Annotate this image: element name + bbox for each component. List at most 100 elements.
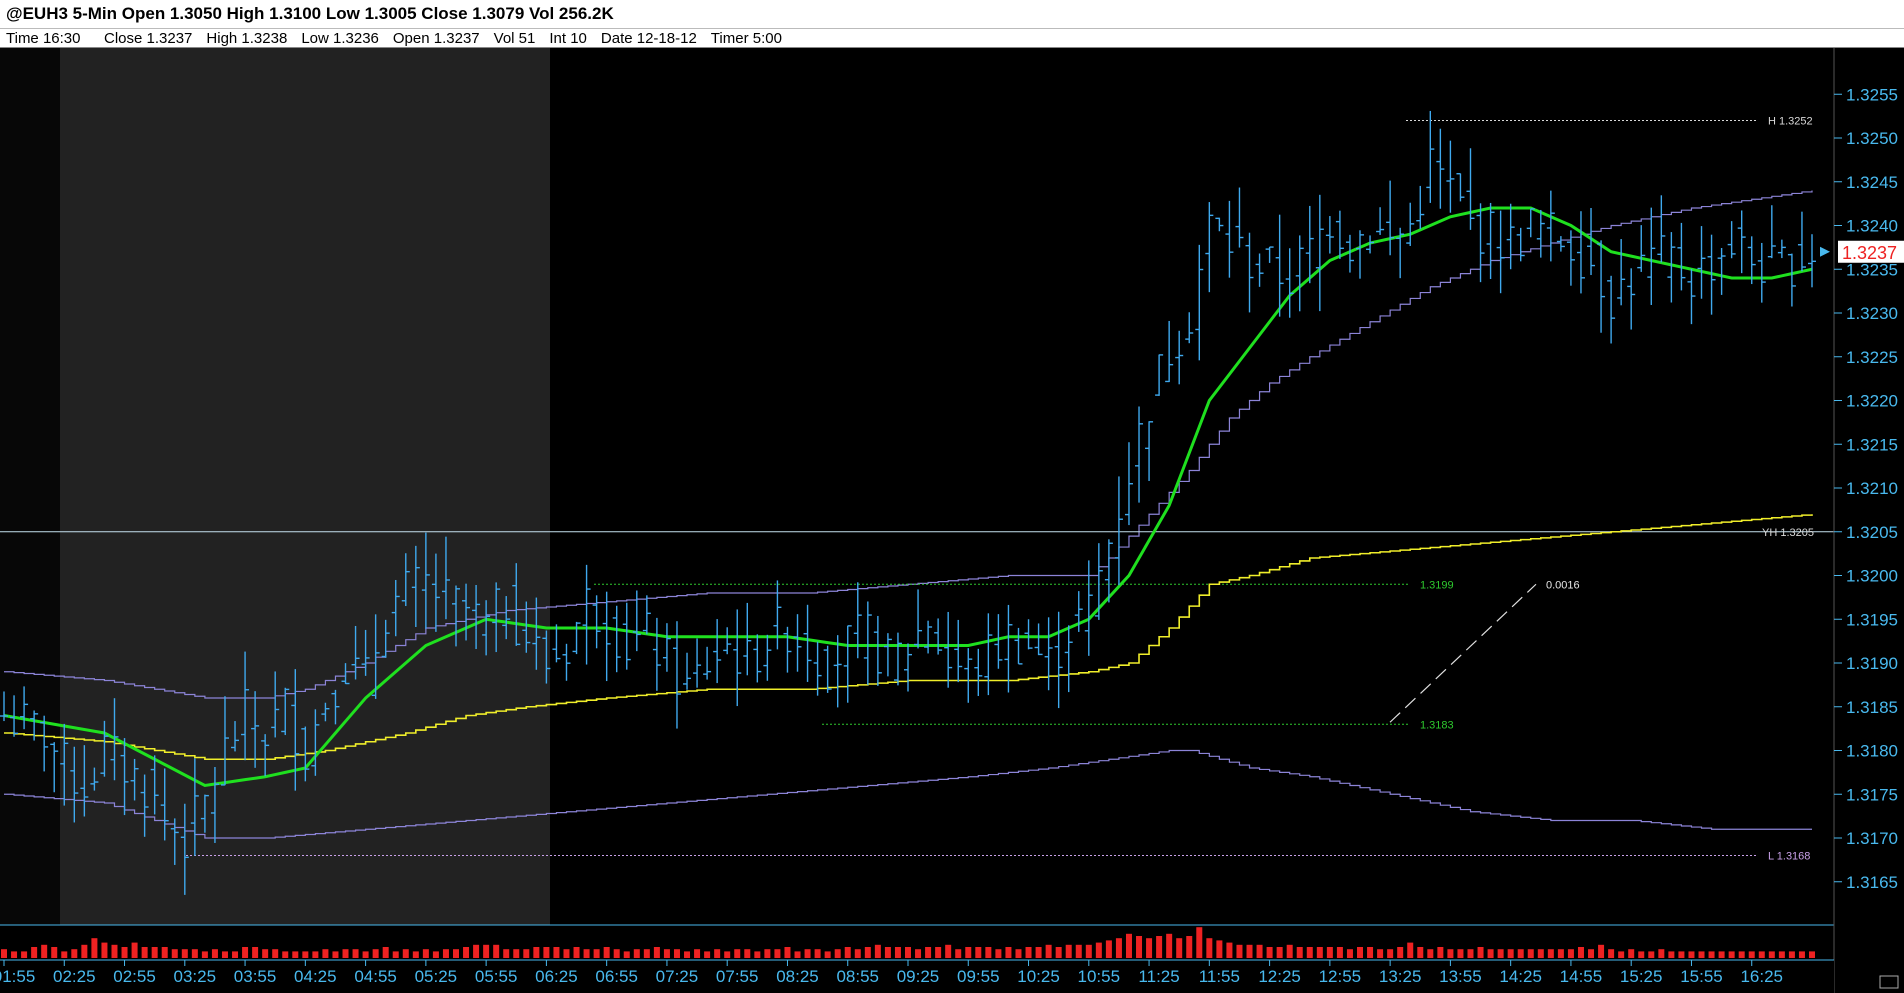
- volume-bar: [171, 949, 178, 958]
- volume-bar: [1758, 951, 1765, 958]
- volume-bar: [121, 947, 128, 958]
- volume-bar: [1507, 949, 1514, 958]
- volume-bar: [754, 951, 761, 958]
- volume-bar: [1206, 938, 1213, 958]
- status-time: Time 16:30: [6, 30, 81, 47]
- volume-bar: [553, 947, 560, 958]
- volume-bar: [633, 949, 640, 958]
- volume-bar: [81, 944, 88, 958]
- volume-bar: [392, 951, 399, 958]
- volume-bar: [91, 938, 98, 958]
- volume-bar: [1005, 947, 1012, 958]
- volume-bar: [412, 951, 419, 958]
- y-tick-label: 1.3170: [1846, 829, 1898, 848]
- volume-bar: [1487, 949, 1494, 958]
- x-tick-label: 13:25: [1379, 967, 1422, 986]
- volume-bar: [643, 949, 650, 958]
- volume-bar: [221, 951, 228, 958]
- volume-bar: [663, 949, 670, 958]
- volume-bar: [704, 951, 711, 958]
- volume-bar: [854, 949, 861, 958]
- volume-bar: [1085, 944, 1092, 958]
- y-tick-label: 1.3240: [1846, 217, 1898, 236]
- volume-bar: [1517, 949, 1524, 958]
- volume-bar: [583, 949, 590, 958]
- volume-bar: [473, 944, 480, 958]
- volume-bar: [573, 947, 580, 958]
- volume-bar: [824, 951, 831, 958]
- volume-bar: [1698, 951, 1705, 958]
- volume-bar: [422, 949, 429, 958]
- volume-bar: [1136, 936, 1143, 958]
- volume-bar: [302, 951, 309, 958]
- x-tick-label: 04:25: [294, 967, 337, 986]
- volume-bar: [1095, 942, 1102, 958]
- volume-bar: [764, 949, 771, 958]
- y-tick-label: 1.3245: [1846, 173, 1898, 192]
- volume-bar: [1708, 951, 1715, 958]
- volume-bar: [41, 944, 48, 958]
- y-tick-label: 1.3230: [1846, 304, 1898, 323]
- volume-bar: [543, 947, 550, 958]
- volume-bar: [1417, 947, 1424, 958]
- volume-bar: [1618, 951, 1625, 958]
- y-tick-label: 1.3225: [1846, 348, 1898, 367]
- volume-bar: [372, 949, 379, 958]
- volume-bar: [1156, 936, 1163, 958]
- volume-bar: [513, 949, 520, 958]
- volume-bar: [1668, 951, 1675, 958]
- last-price-label: 1.3237: [1842, 243, 1897, 263]
- x-tick-label: 13:55: [1439, 967, 1482, 986]
- volume-bar: [834, 949, 841, 958]
- volume-bar: [463, 947, 470, 958]
- x-tick-label: 15:25: [1620, 967, 1663, 986]
- volume-bar: [593, 949, 600, 958]
- volume-bar: [1256, 944, 1263, 958]
- volume-bar: [1628, 949, 1635, 958]
- volume-bar: [1778, 951, 1785, 958]
- x-tick-label: 05:55: [475, 967, 518, 986]
- volume-bar: [905, 947, 911, 958]
- volume-bar: [1146, 938, 1153, 958]
- y-tick-label: 1.3205: [1846, 523, 1898, 542]
- y-tick-label: 1.3175: [1846, 785, 1898, 804]
- volume-bar: [804, 949, 811, 958]
- y-tick-label: 1.3220: [1846, 392, 1898, 411]
- status-vol: Vol 51: [493, 30, 536, 47]
- volume-bar: [925, 947, 932, 958]
- volume-bar: [1015, 949, 1022, 958]
- volume-bar: [211, 949, 218, 958]
- volume-bar: [141, 947, 148, 958]
- level-top-label: 1.3199: [1420, 579, 1454, 591]
- volume-bar: [673, 949, 680, 958]
- volume-bar: [282, 951, 289, 958]
- volume-bar: [71, 949, 78, 958]
- volume-bar: [784, 947, 791, 958]
- x-tick-label: 09:55: [957, 967, 1000, 986]
- status-high: High 1.3238: [206, 30, 288, 47]
- x-tick-label: 16:25: [1740, 967, 1783, 986]
- volume-bar: [252, 947, 259, 958]
- volume-bar: [1748, 951, 1755, 958]
- volume-bar: [1286, 944, 1293, 958]
- volume-bar: [11, 951, 18, 958]
- volume-bar: [51, 947, 58, 958]
- x-tick-label: 10:55: [1078, 967, 1121, 986]
- session-high-label: H 1.3252: [1768, 116, 1813, 128]
- volume-bar: [894, 947, 901, 958]
- volume-bar: [744, 949, 751, 958]
- volume-bar: [1738, 951, 1745, 958]
- volume-bar: [995, 949, 1002, 958]
- volume-bar: [1588, 949, 1595, 958]
- chart-canvas[interactable]: H 1.3252 L 1.3168 YH 1.3205 1.3199 1.3183 0.0…: [0, 48, 1904, 993]
- volume-bar: [1166, 933, 1173, 958]
- volume-bar: [1035, 947, 1042, 958]
- volume-bar: [1025, 947, 1032, 958]
- chart-title-bar: @EUH3 5-Min Open 1.3050 High 1.3100 Low …: [0, 0, 1904, 29]
- volume-bar: [503, 949, 510, 958]
- volume-bar: [1115, 938, 1122, 958]
- volume-bar: [402, 949, 409, 958]
- volume-bar: [312, 951, 319, 958]
- x-tick-label: 12:25: [1258, 967, 1301, 986]
- volume-bar: [955, 949, 962, 958]
